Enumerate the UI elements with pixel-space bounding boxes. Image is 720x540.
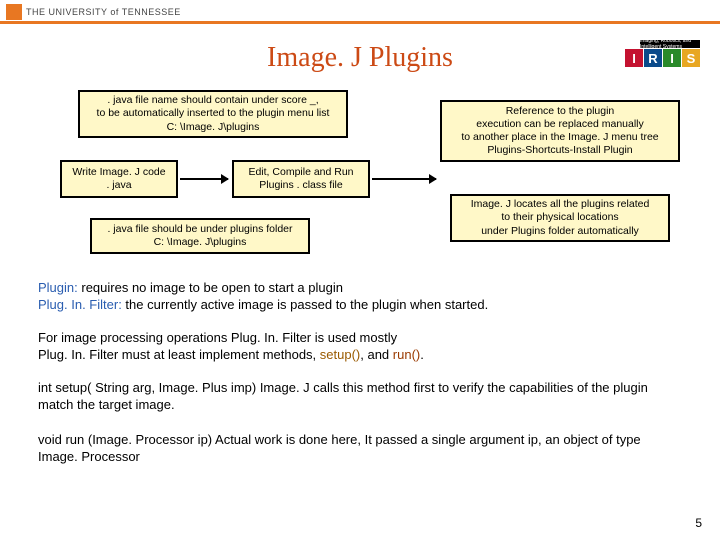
box-line: to their physical locations <box>501 211 618 224</box>
box-java-filename: . java file name should contain under sc… <box>78 90 348 138</box>
box-line: to another place in the Image. J menu tr… <box>461 131 658 144</box>
box-line: Reference to the plugin <box>506 105 615 118</box>
iris-caption: Imaging, Robotics, and Intelligent Syste… <box>640 40 700 48</box>
text-plugin-label: Plugin: <box>38 280 78 295</box>
box-line: . java file name should contain under sc… <box>107 94 318 107</box>
text: int setup( String arg, Image. Plus imp) … <box>38 380 648 412</box>
text: Plug. In. Filter must at least implement… <box>38 347 320 362</box>
iris-letter-icon: I <box>625 49 643 67</box>
iris-letter-icon: R <box>644 49 662 67</box>
paragraph-methods: For image processing operations Plug. In… <box>38 330 678 364</box>
iris-letter-icon: S <box>682 49 700 67</box>
header-bar: THE UNIVERSITY of TENNESSEE <box>0 0 720 24</box>
paragraph-setup: int setup( String arg, Image. Plus imp) … <box>38 380 678 414</box>
text: requires no image to be open to start a … <box>78 280 343 295</box>
power-t-icon <box>6 4 22 20</box>
text-pluginfilter-label: Plug. In. Filter: <box>38 297 122 312</box>
box-line: Write Image. J code <box>72 166 165 179</box>
box-line: Plugins-Shortcuts-Install Plugin <box>487 144 632 157</box>
text: For image processing operations Plug. In… <box>38 330 397 345</box>
box-line: to be automatically inserted to the plug… <box>97 107 330 120</box>
box-reference: Reference to the plugin execution can be… <box>440 100 680 162</box>
box-line: under Plugins folder automatically <box>481 225 639 238</box>
page-number: 5 <box>695 516 702 530</box>
text: void run (Image. Processor ip) Actual wo… <box>38 432 641 464</box>
box-line: Image. J locates all the plugins related <box>471 198 650 211</box>
university-name: THE UNIVERSITY of TENNESSEE <box>26 7 181 17</box>
iris-letter-icon: I <box>663 49 681 67</box>
text: the currently active image is passed to … <box>122 297 488 312</box>
arrow-icon <box>372 178 436 180</box>
text-run: run() <box>393 347 420 362</box>
paragraph-run: void run (Image. Processor ip) Actual wo… <box>38 432 678 466</box>
box-line: execution can be replaced manually <box>476 118 644 131</box>
title-row: Image. J Plugins <box>0 42 720 74</box>
arrow-icon <box>180 178 228 180</box>
box-write-code: Write Image. J code . java <box>60 160 178 198</box>
box-compile: Edit, Compile and Run Plugins . class fi… <box>232 160 370 198</box>
box-line: C: \Image. J\plugins <box>167 121 260 134</box>
text-setup: setup() <box>320 347 360 362</box>
box-line: . java <box>106 179 131 192</box>
text: , and <box>360 347 393 362</box>
box-line: Plugins . class file <box>259 179 342 192</box>
box-under-plugins: . java file should be under plugins fold… <box>90 218 310 254</box>
box-locates: Image. J locates all the plugins related… <box>450 194 670 242</box>
text: . <box>420 347 424 362</box>
paragraph-plugin: Plugin: requires no image to be open to … <box>38 280 678 314</box>
box-line: Edit, Compile and Run <box>248 166 353 179</box>
box-line: C: \Image. J\plugins <box>154 236 247 249</box>
university-logo: THE UNIVERSITY of TENNESSEE <box>6 4 181 20</box>
slide-title: Image. J Plugins <box>267 42 453 73</box>
box-line: . java file should be under plugins fold… <box>107 223 292 236</box>
iris-logo: Imaging, Robotics, and Intelligent Syste… <box>625 40 700 67</box>
